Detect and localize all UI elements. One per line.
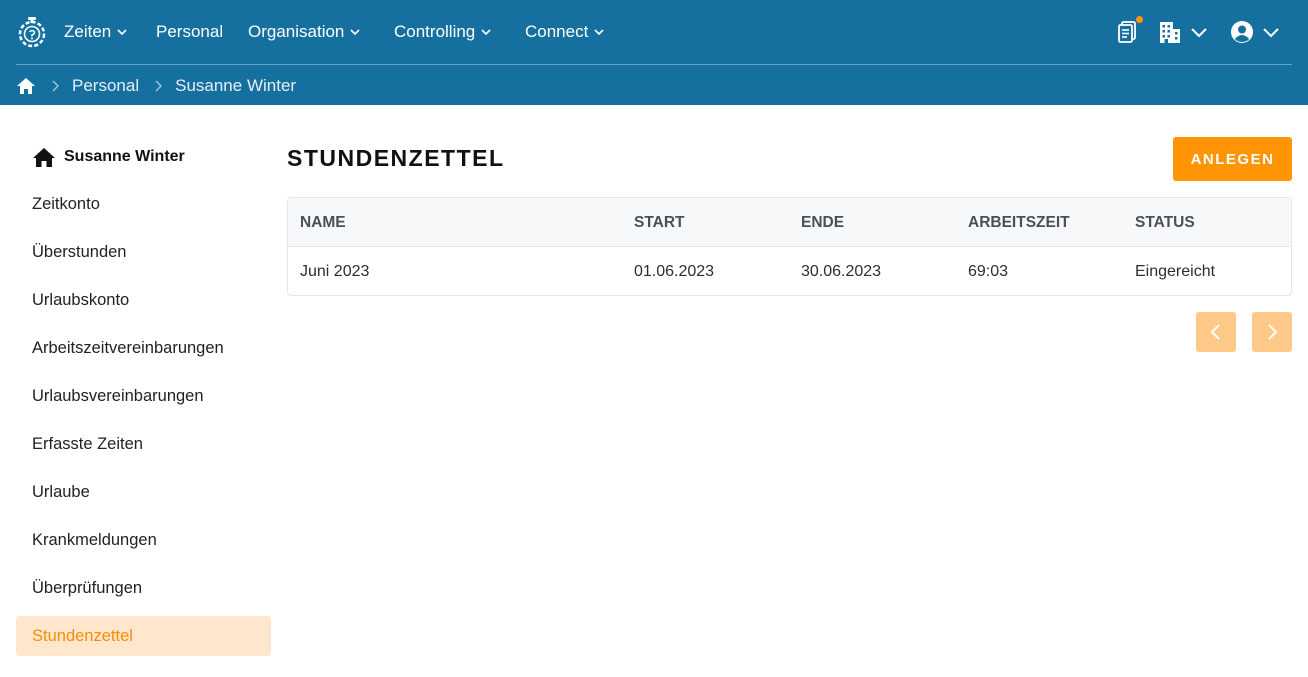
nav-organisation[interactable]: Organisation [248, 20, 361, 44]
table-header: NAME START ENDE ARBEITSZEIT STATUS [288, 198, 1291, 247]
next-page-button[interactable] [1252, 312, 1292, 352]
breadcrumb-employee[interactable]: Susanne Winter [175, 76, 296, 96]
nav-personal[interactable]: Personal [156, 20, 223, 44]
building-icon [1160, 22, 1180, 43]
cell-arbeitszeit: 69:03 [968, 262, 1009, 280]
sidebar-item-zeitkonto[interactable]: Zeitkonto [16, 184, 271, 224]
sidebar-item-ueberstunden[interactable]: Überstunden [16, 232, 271, 272]
chevron-right-icon [155, 80, 163, 92]
cell-name: Juni 2023 [300, 262, 370, 280]
sidebar-item-erfasste-zeiten[interactable]: Erfasste Zeiten [16, 424, 271, 464]
breadcrumb-personal[interactable]: Personal [72, 76, 139, 96]
top-navigation-bar: Zeiten Personal Organisation Controlling… [0, 0, 1308, 105]
sidebar-item-arbeitszeitvereinbarungen[interactable]: Arbeitszeitvereinbarungen [16, 328, 271, 368]
column-header-name[interactable]: NAME [300, 198, 346, 247]
sidebar-item-urlaubsvereinbarungen[interactable]: Urlaubsvereinbarungen [16, 376, 271, 416]
sidebar-item-urlaubskonto[interactable]: Urlaubskonto [16, 280, 271, 320]
notification-dot [1136, 16, 1143, 23]
breadcrumb: Personal Susanne Winter [16, 74, 296, 98]
chevron-down-icon [1191, 28, 1207, 38]
table-row[interactable]: Juni 2023 01.06.2023 30.06.2023 69:03 Ei… [288, 247, 1291, 295]
sidebar: Susanne Winter Zeitkonto Überstunden Url… [16, 130, 271, 656]
sidebar-title[interactable]: Susanne Winter [16, 130, 271, 184]
nav-personal-label: Personal [156, 22, 224, 41]
sidebar-title-label: Susanne Winter [64, 148, 185, 165]
chevron-down-icon [117, 29, 127, 36]
clipboard-icon [1118, 21, 1136, 43]
chevron-down-icon [481, 29, 491, 36]
user-circle-icon [1231, 21, 1253, 43]
home-icon[interactable] [16, 77, 36, 95]
chevron-down-icon [594, 29, 604, 36]
timesheet-table: NAME START ENDE ARBEITSZEIT STATUS Juni … [287, 197, 1292, 296]
chevron-right-icon [1268, 324, 1278, 340]
user-menu[interactable] [1230, 20, 1280, 44]
create-button[interactable]: ANLEGEN [1173, 137, 1292, 181]
chevron-down-icon [1263, 28, 1279, 38]
logo-stopwatch-icon[interactable] [17, 16, 47, 48]
nav-organisation-label: Organisation [248, 22, 345, 41]
nav-zeiten[interactable]: Zeiten [64, 20, 128, 44]
sidebar-item-urlaube[interactable]: Urlaube [16, 472, 271, 512]
organisation-menu[interactable] [1158, 20, 1208, 44]
clipboard-button[interactable] [1117, 16, 1143, 44]
chevron-right-icon [52, 80, 59, 92]
cell-status: Eingereicht [1135, 262, 1216, 280]
header-divider [16, 64, 1292, 65]
nav-connect-label: Connect [525, 22, 589, 41]
previous-page-button[interactable] [1196, 312, 1236, 352]
chevron-left-icon [1210, 324, 1220, 340]
nav-zeiten-label: Zeiten [64, 22, 112, 41]
main-nav: Zeiten Personal Organisation Controlling… [0, 0, 1308, 64]
sidebar-item-ueberpruefungen[interactable]: Überprüfungen [16, 568, 271, 608]
sidebar-item-krankmeldungen[interactable]: Krankmeldungen [16, 520, 271, 560]
column-header-ende[interactable]: ENDE [801, 198, 844, 247]
cell-ende: 30.06.2023 [801, 262, 882, 280]
column-header-start[interactable]: START [634, 198, 685, 247]
column-header-status[interactable]: STATUS [1135, 198, 1195, 247]
column-header-arbeitszeit[interactable]: ARBEITSZEIT [968, 198, 1070, 247]
cell-start: 01.06.2023 [634, 262, 715, 280]
home-icon [33, 148, 55, 167]
page-title: STUNDENZETTEL [287, 145, 505, 171]
nav-controlling-label: Controlling [394, 22, 476, 41]
nav-controlling[interactable]: Controlling [394, 20, 492, 44]
nav-connect[interactable]: Connect [525, 20, 605, 44]
chevron-down-icon [350, 29, 360, 36]
sidebar-item-stundenzettel[interactable]: Stundenzettel [16, 616, 271, 656]
